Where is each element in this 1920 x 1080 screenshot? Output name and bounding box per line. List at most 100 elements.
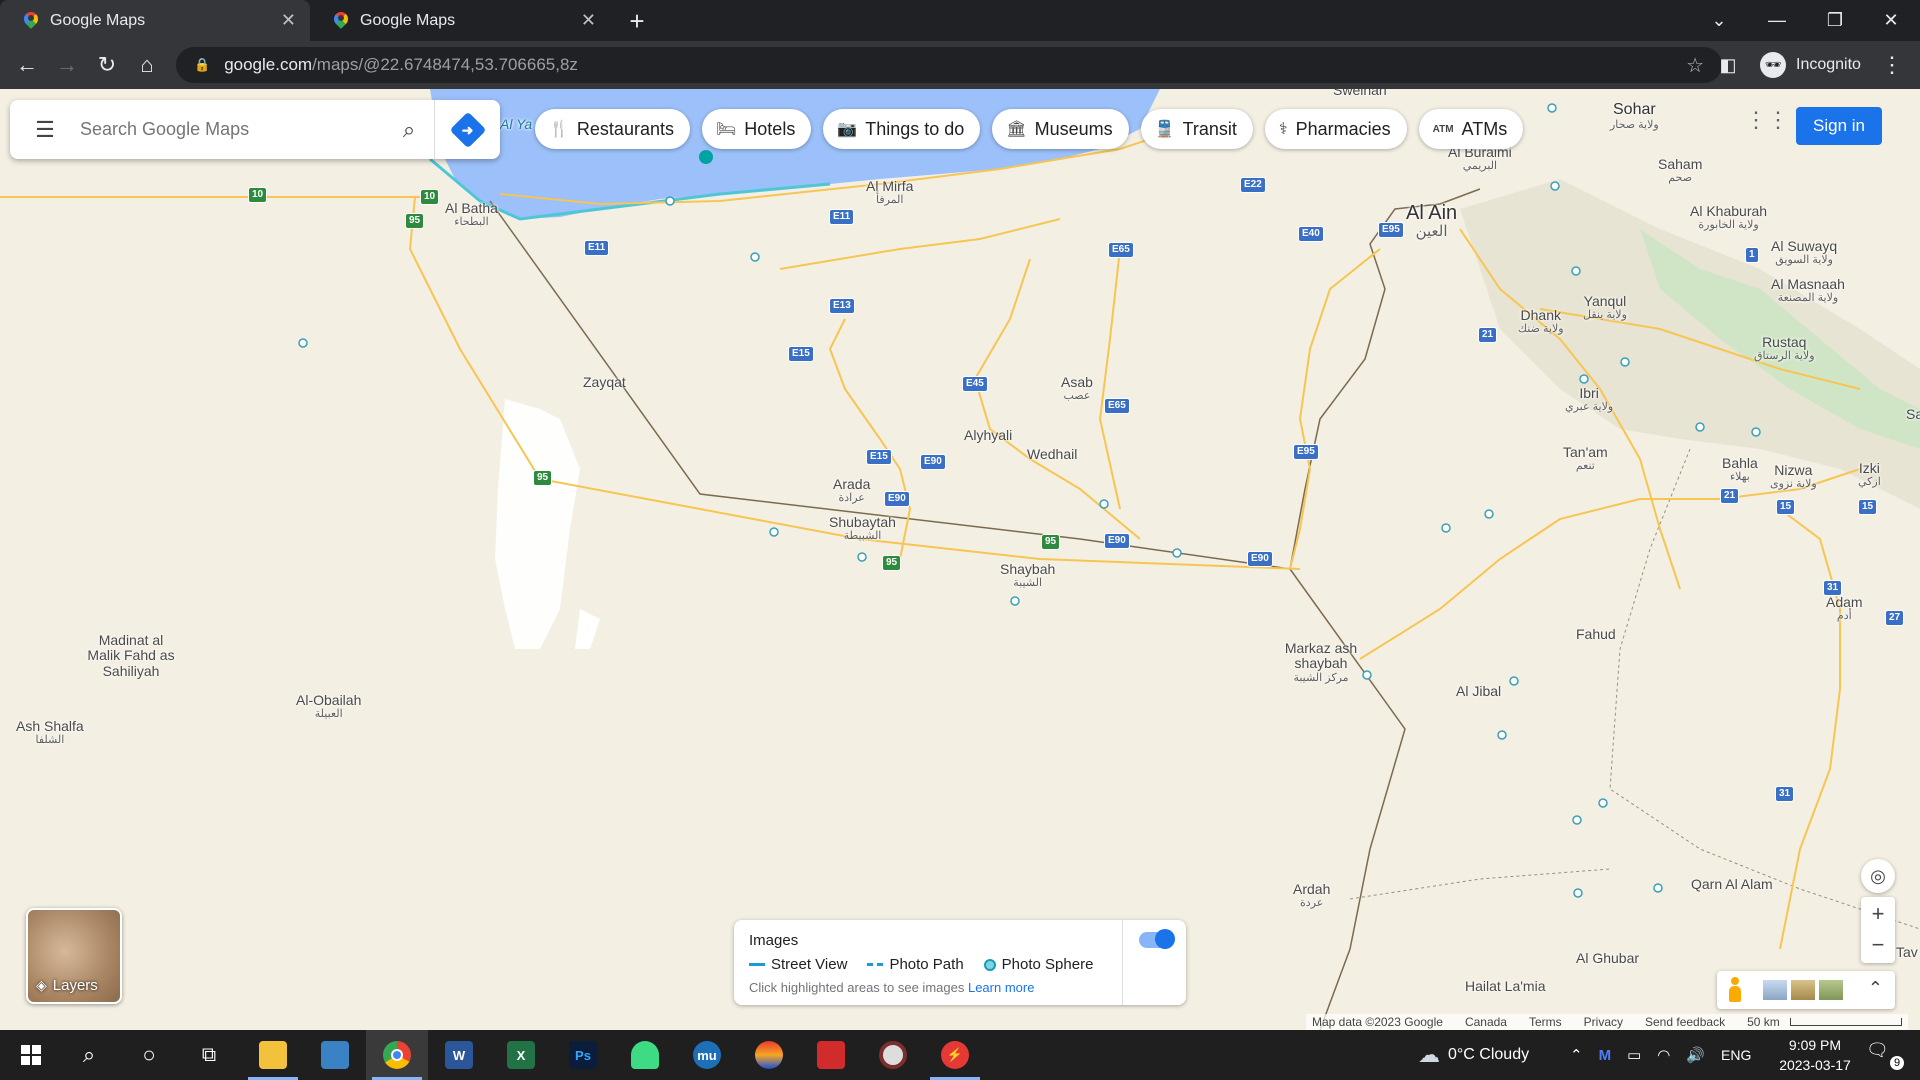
search-input[interactable] [80, 119, 384, 140]
send-feedback-link[interactable]: Send feedback [1645, 1015, 1725, 1029]
mu-app-icon[interactable]: mu [676, 1030, 738, 1080]
excel-icon[interactable]: X [490, 1030, 552, 1080]
minimize-button[interactable]: — [1748, 0, 1806, 41]
road-shield: E65 [1108, 242, 1134, 258]
hamburger-menu-icon[interactable]: ☰ [10, 117, 80, 143]
address-bar[interactable]: 🔒 google.com/maps/@22.6748474,53.706665,… [176, 47, 1722, 83]
layers-icon: ◈ [36, 977, 47, 993]
imagery-thumbnail[interactable] [1819, 980, 1843, 1000]
side-panel-icon[interactable]: ◧ [1712, 49, 1744, 81]
scale-label[interactable]: 50 km [1747, 1015, 1780, 1029]
imagery-thumbnail[interactable] [1763, 980, 1787, 1000]
file-explorer-icon[interactable] [242, 1030, 304, 1080]
road-shield: 27 [1885, 610, 1905, 626]
browser-toolbar: ← → ↻ ⌂ 🔒 google.com/maps/@22.6748474,53… [0, 41, 1920, 89]
home-icon[interactable]: ⌂ [131, 49, 163, 81]
chip-pharmacies[interactable]: ⚕ Pharmacies [1264, 109, 1407, 149]
road-shield: E90 [1247, 551, 1273, 567]
place-label: Al Buraimi البريمي [1448, 144, 1512, 173]
word-icon[interactable]: W [428, 1030, 490, 1080]
sign-in-button[interactable]: Sign in [1796, 107, 1882, 145]
street-view-toggle[interactable] [1139, 929, 1175, 949]
tab-close-icon[interactable]: ✕ [281, 10, 296, 31]
media-app-icon[interactable] [738, 1030, 800, 1080]
photoshop-icon[interactable]: Ps [552, 1030, 614, 1080]
weather-text: 0°C Cloudy [1448, 1046, 1530, 1063]
browser-tab-1[interactable]: Google Maps ✕ [0, 0, 310, 41]
battery-icon[interactable]: ▭ [1627, 1046, 1641, 1064]
close-window-button[interactable]: ✕ [1862, 0, 1920, 41]
place-label: Zayqat [583, 374, 626, 390]
road-shield: 21 [1478, 327, 1498, 343]
images-legend: Street View Photo Path Photo Sphere [749, 956, 1093, 973]
video-app-icon[interactable] [800, 1030, 862, 1080]
map-canvas[interactable]: Sweihan Sohar ولاية صحار Al Buraimi البريم… [0, 89, 1920, 1030]
learn-more-link[interactable]: Learn more [968, 980, 1034, 995]
volume-icon[interactable]: 🔊 [1686, 1046, 1705, 1064]
chip-restaurants[interactable]: 🍴 Restaurants [535, 109, 690, 149]
google-maps-favicon-icon [24, 12, 38, 30]
road-shield: E90 [884, 491, 910, 507]
place-label: Wedhail [1027, 446, 1078, 462]
restaurant-icon: 🍴 [549, 121, 569, 138]
attraction-marker [699, 150, 713, 164]
chip-museums[interactable]: 🏛 Museums [992, 109, 1129, 149]
place-label: Yanqul ولاية ينقل [1583, 293, 1627, 322]
clock[interactable]: 9:09 PM 2023-03-17 [1760, 1035, 1870, 1075]
android-app-icon[interactable] [614, 1030, 676, 1080]
chip-things-to-do[interactable]: 📷 Things to do [823, 109, 981, 149]
zoom-out-icon[interactable]: − [1872, 930, 1885, 963]
place-label: Dhank ولاية ضنك [1518, 307, 1564, 336]
my-location-icon[interactable]: ◎ [1861, 859, 1895, 893]
layers-label: Layers [52, 977, 98, 994]
new-tab-button[interactable]: + [622, 6, 652, 37]
forward-arrow-icon[interactable]: → [51, 49, 83, 81]
chip-hotels[interactable]: 🛏 Hotels [701, 109, 812, 149]
task-view-icon[interactable]: ⧉ [178, 1030, 240, 1080]
control-panel-icon[interactable] [304, 1030, 366, 1080]
tab-search-chevron-icon[interactable]: ⌄ [1690, 0, 1748, 41]
flash-app-icon[interactable]: ⚡ [924, 1030, 986, 1080]
lock-icon: 🔒 [194, 57, 211, 72]
imagery-thumbnail[interactable] [1791, 980, 1815, 1000]
browser-tab-2[interactable]: Google Maps ✕ [310, 0, 610, 41]
restore-button[interactable]: ❐ [1806, 0, 1864, 41]
place-label: Saham صحم [1658, 156, 1703, 185]
place-label: Tav [1896, 944, 1918, 960]
bookmark-star-icon[interactable]: ☆ [1686, 53, 1704, 78]
tray-chevron-icon[interactable]: ⌃ [1570, 1046, 1583, 1064]
app-tray-icon[interactable]: M [1599, 1047, 1612, 1064]
zoom-in-icon[interactable]: + [1872, 897, 1885, 930]
windows-start-icon[interactable] [0, 1030, 62, 1080]
reload-icon[interactable]: ↻ [91, 49, 123, 81]
browser-menu-icon[interactable]: ⋮ [1876, 49, 1908, 81]
incognito-label: Incognito [1796, 56, 1861, 73]
road-shield: E22 [1240, 177, 1266, 193]
chip-transit[interactable]: 🚆 Transit [1140, 109, 1253, 149]
cortana-icon[interactable]: ○ [118, 1030, 180, 1080]
road-shield: E40 [1298, 226, 1324, 242]
privacy-link[interactable]: Privacy [1584, 1015, 1623, 1029]
chip-atms[interactable]: ATM ATMs [1418, 109, 1524, 149]
language-indicator[interactable]: ENG [1721, 1047, 1751, 1063]
disc-app-icon[interactable] [862, 1030, 924, 1080]
directions-button[interactable]: ➜ [434, 100, 500, 159]
tab-close-icon[interactable]: ✕ [581, 10, 596, 31]
place-label: Al Suwayq ولاية السويق [1771, 238, 1838, 267]
terms-link[interactable]: Terms [1529, 1015, 1562, 1029]
place-label: Madinat al Malik Fahd as Sahiliyah [87, 632, 175, 679]
search-icon[interactable]: ⌕ [384, 117, 434, 143]
back-arrow-icon[interactable]: ← [11, 49, 43, 81]
incognito-profile-button[interactable]: 🕶 Incognito [1760, 49, 1861, 81]
chrome-icon[interactable] [366, 1030, 428, 1080]
notification-center-icon[interactable]: 🗨 9 [1866, 1040, 1906, 1070]
incognito-icon: 🕶 [1760, 52, 1786, 78]
weather-widget[interactable]: ☁ 0°C Cloudy [1418, 1030, 1529, 1080]
expand-chevron-up-icon[interactable]: ⌃ [1868, 978, 1883, 999]
country-border [489, 200, 1406, 1030]
pegman-icon[interactable] [1727, 977, 1743, 1003]
network-icon[interactable]: ◠ [1657, 1046, 1670, 1064]
layers-button[interactable]: ◈ Layers [26, 908, 122, 1004]
search-icon[interactable]: ⌕ [58, 1030, 120, 1080]
region-link[interactable]: Canada [1465, 1015, 1507, 1029]
